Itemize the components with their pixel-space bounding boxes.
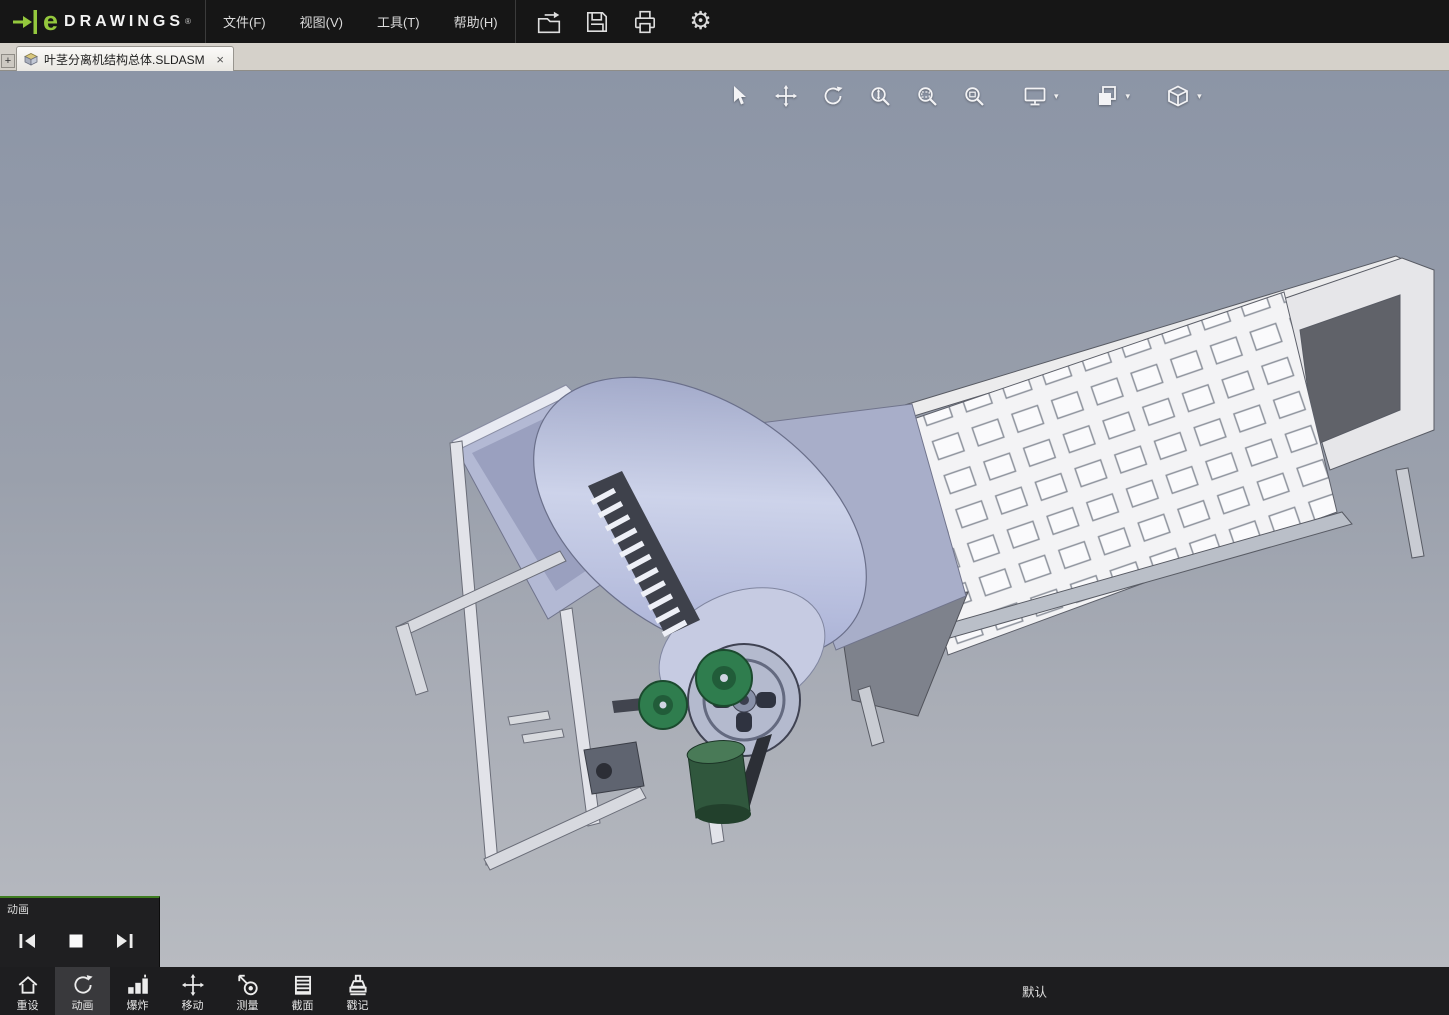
menu-file[interactable]: 文件(F): [206, 0, 283, 43]
tool-move-button[interactable]: 移动: [165, 967, 220, 1015]
select-tool-icon: [734, 86, 746, 105]
rotate-tool-icon: [824, 86, 843, 105]
skip-to-start-button[interactable]: [4, 923, 50, 959]
edrawings-logo: e DRAWINGS ®: [0, 8, 205, 36]
3d-viewport[interactable]: ▾ ▾ ▾ 动画: [0, 71, 1449, 967]
pan-tool-icon: [775, 85, 797, 107]
print-button[interactable]: [624, 0, 666, 43]
skip-to-end-button[interactable]: [102, 923, 148, 959]
tab-title: 叶茎分离机结构总体.SLDASM: [44, 52, 205, 67]
zoom-area-tool-icon: [918, 87, 937, 106]
menu-tools[interactable]: 工具(T): [360, 0, 437, 43]
stamp-icon: [348, 974, 367, 996]
brand-arrow-icon: [13, 9, 37, 34]
topbar-separator: [514, 0, 516, 43]
zoom-area-tool-button[interactable]: [912, 81, 942, 111]
tab-bar: + 叶茎分离机结构总体.SLDASM ×: [0, 43, 1449, 71]
display-style-dropdown-caret[interactable]: ▾: [1124, 91, 1133, 102]
animation-controls: [0, 919, 159, 959]
motor[interactable]: [686, 738, 751, 824]
open-button[interactable]: [528, 0, 570, 43]
display-style-icon: [1098, 86, 1116, 105]
fullscreen-dropdown-caret[interactable]: ▾: [1052, 91, 1061, 102]
move-icon: [181, 974, 204, 996]
quick-toolbar: ⚙: [528, 0, 722, 43]
configuration-label[interactable]: 默认: [1022, 982, 1047, 1001]
save-button[interactable]: [576, 0, 618, 43]
assembly-cube-icon: [24, 53, 38, 66]
skip-to-start-icon: [19, 934, 35, 948]
new-tab-button[interactable]: +: [1, 54, 15, 68]
cad-model-scene[interactable]: [0, 71, 1449, 967]
zoom-tool-icon: [871, 87, 890, 106]
stop-icon: [69, 934, 83, 948]
rotate-tool-button[interactable]: [818, 81, 848, 111]
tool-explode-button[interactable]: 爆炸: [110, 967, 165, 1015]
standard-views-cube-icon: [1168, 85, 1188, 107]
animation-panel-title: 动画: [7, 904, 29, 916]
menu-view[interactable]: 视图(V): [283, 0, 360, 43]
stop-button[interactable]: [53, 923, 99, 959]
tool-section-button[interactable]: 截面: [275, 967, 330, 1015]
brand-registered-mark: ®: [185, 17, 191, 26]
animation-icon: [73, 975, 93, 994]
animation-panel: 动画: [0, 896, 160, 967]
document-tab[interactable]: 叶茎分离机结构总体.SLDASM ×: [16, 46, 234, 71]
section-icon: [294, 975, 311, 995]
tab-close-button[interactable]: ×: [214, 53, 226, 66]
tool-animation-button[interactable]: 动画: [55, 967, 110, 1015]
brand-name: DRAWINGS: [64, 12, 185, 30]
standard-views-group: ▾: [1163, 81, 1204, 111]
standard-views-button[interactable]: [1163, 81, 1193, 111]
edrawings-window: e DRAWINGS ® 文件(F) 视图(V) 工具(T) 帮助(H) ⚙ +…: [0, 0, 1449, 1015]
fullscreen-group: ▾: [1020, 81, 1061, 111]
tool-reset-button[interactable]: 重设: [0, 967, 55, 1015]
menu-help[interactable]: 帮助(H): [437, 0, 515, 43]
fullscreen-monitor-icon: [1024, 87, 1046, 106]
brand-e: e: [43, 6, 59, 36]
menu-bar: 文件(F) 视图(V) 工具(T) 帮助(H): [206, 0, 515, 43]
measure-caliper-icon: [237, 974, 258, 996]
top-menu-bar: e DRAWINGS ® 文件(F) 视图(V) 工具(T) 帮助(H) ⚙: [0, 0, 1449, 43]
zoom-fit-tool-icon: [965, 87, 984, 106]
display-style-group: ▾: [1092, 81, 1133, 111]
tool-stamp-button[interactable]: 戳记: [330, 967, 385, 1015]
bottom-toolbar: 重设 动画 爆炸 移动 测量 截面 戳记 默认: [0, 967, 1449, 1015]
view-toolbar: ▾ ▾ ▾: [724, 81, 1204, 111]
display-style-button[interactable]: [1092, 81, 1122, 111]
fullscreen-button[interactable]: [1020, 81, 1050, 111]
explode-steps-icon: [127, 974, 148, 994]
open-icon: [537, 11, 560, 33]
options-gear-icon: ⚙: [689, 7, 712, 35]
zoom-fit-tool-button[interactable]: [959, 81, 989, 111]
zoom-tool-button[interactable]: [865, 81, 895, 111]
select-tool-button[interactable]: [724, 81, 754, 111]
options-button[interactable]: ⚙: [680, 0, 722, 43]
print-icon: [634, 10, 655, 33]
home-icon: [18, 976, 37, 994]
pan-tool-button[interactable]: [771, 81, 801, 111]
tool-measure-button[interactable]: 测量: [220, 967, 275, 1015]
save-icon: [586, 11, 607, 32]
skip-to-end-icon: [117, 934, 133, 948]
standard-views-dropdown-caret[interactable]: ▾: [1195, 91, 1204, 102]
